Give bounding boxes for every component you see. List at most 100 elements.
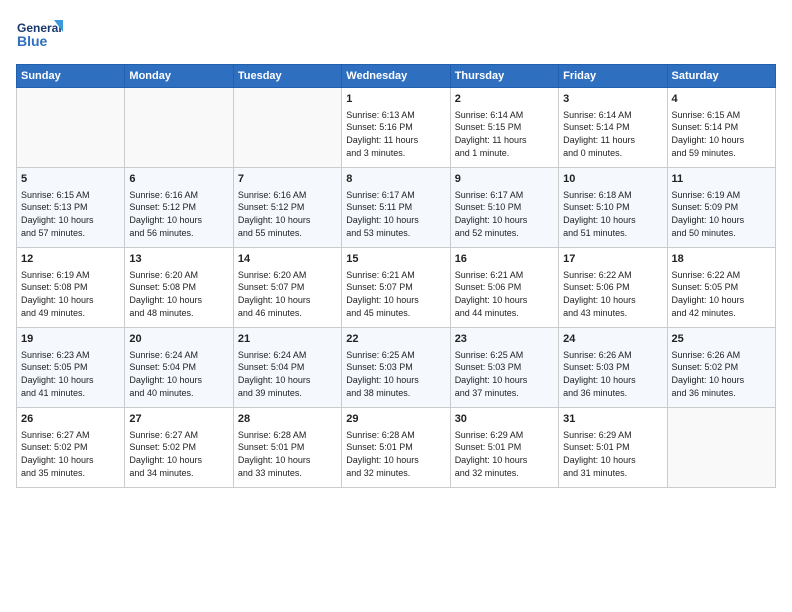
calendar-week-row: 26 Sunrise: 6:27 AM Sunset: 5:02 PM Dayli… (17, 408, 776, 488)
day-number: 21 (238, 332, 337, 347)
day-number: 29 (346, 412, 445, 427)
day-info: Sunrise: 6:21 AM Sunset: 5:06 PM Dayligh… (455, 269, 554, 319)
day-number: 11 (672, 172, 771, 187)
day-number: 13 (129, 252, 228, 267)
day-number: 23 (455, 332, 554, 347)
day-info: Sunrise: 6:17 AM Sunset: 5:10 PM Dayligh… (455, 189, 554, 239)
weekday-header-tuesday: Tuesday (233, 65, 341, 88)
calendar-cell: 10 Sunrise: 6:18 AM Sunset: 5:10 PM Dayli… (559, 168, 667, 248)
day-number: 15 (346, 252, 445, 267)
calendar-cell: 7Sunrise: 6:16 AM Sunset: 5:12 PM Daylig… (233, 168, 341, 248)
logo-svg: General Blue (16, 16, 64, 56)
day-number: 7 (238, 172, 337, 187)
day-number: 22 (346, 332, 445, 347)
day-number: 9 (455, 172, 554, 187)
calendar-cell: 24 Sunrise: 6:26 AM Sunset: 5:03 PM Dayli… (559, 328, 667, 408)
day-info: Sunrise: 6:18 AM Sunset: 5:10 PM Dayligh… (563, 189, 662, 239)
day-number: 8 (346, 172, 445, 187)
day-number: 24 (563, 332, 662, 347)
day-info: Sunrise: 6:22 AM Sunset: 5:06 PM Dayligh… (563, 269, 662, 319)
calendar-cell: 27 Sunrise: 6:27 AM Sunset: 5:02 PM Dayli… (125, 408, 233, 488)
day-number: 19 (21, 332, 120, 347)
weekday-header-friday: Friday (559, 65, 667, 88)
day-number: 28 (238, 412, 337, 427)
calendar-week-row: 12Sunrise: 6:19 AM Sunset: 5:08 PM Dayli… (17, 248, 776, 328)
calendar-cell (125, 88, 233, 168)
day-number: 4 (672, 92, 771, 107)
day-info: Sunrise: 6:21 AM Sunset: 5:07 PM Dayligh… (346, 269, 445, 319)
day-info: Sunrise: 6:29 AM Sunset: 5:01 PM Dayligh… (563, 429, 662, 479)
day-number: 18 (672, 252, 771, 267)
day-info: Sunrise: 6:14 AM Sunset: 5:14 PM Dayligh… (563, 109, 662, 159)
day-info: Sunrise: 6:14 AM Sunset: 5:15 PM Dayligh… (455, 109, 554, 159)
day-info: Sunrise: 6:27 AM Sunset: 5:02 PM Dayligh… (21, 429, 120, 479)
calendar-cell: 23 Sunrise: 6:25 AM Sunset: 5:03 PM Dayli… (450, 328, 558, 408)
calendar-cell: 16 Sunrise: 6:21 AM Sunset: 5:06 PM Dayli… (450, 248, 558, 328)
day-number: 27 (129, 412, 228, 427)
calendar-cell (667, 408, 775, 488)
calendar-cell: 18 Sunrise: 6:22 AM Sunset: 5:05 PM Dayli… (667, 248, 775, 328)
calendar-cell: 28 Sunrise: 6:28 AM Sunset: 5:01 PM Dayli… (233, 408, 341, 488)
day-info: Sunrise: 6:19 AM Sunset: 5:09 PM Dayligh… (672, 189, 771, 239)
calendar-cell: 3Sunrise: 6:14 AM Sunset: 5:14 PM Daylig… (559, 88, 667, 168)
day-info: Sunrise: 6:16 AM Sunset: 5:12 PM Dayligh… (129, 189, 228, 239)
day-number: 5 (21, 172, 120, 187)
day-number: 16 (455, 252, 554, 267)
calendar-cell: 8 Sunrise: 6:17 AM Sunset: 5:11 PM Daylig… (342, 168, 450, 248)
calendar-cell: 9 Sunrise: 6:17 AM Sunset: 5:10 PM Daylig… (450, 168, 558, 248)
day-number: 12 (21, 252, 120, 267)
weekday-header-thursday: Thursday (450, 65, 558, 88)
calendar-cell: 14 Sunrise: 6:20 AM Sunset: 5:07 PM Dayli… (233, 248, 341, 328)
calendar-cell: 30Sunrise: 6:29 AM Sunset: 5:01 PM Dayli… (450, 408, 558, 488)
day-number: 25 (672, 332, 771, 347)
day-number: 31 (563, 412, 662, 427)
day-info: Sunrise: 6:23 AM Sunset: 5:05 PM Dayligh… (21, 349, 120, 399)
day-info: Sunrise: 6:17 AM Sunset: 5:11 PM Dayligh… (346, 189, 445, 239)
day-info: Sunrise: 6:20 AM Sunset: 5:08 PM Dayligh… (129, 269, 228, 319)
day-info: Sunrise: 6:26 AM Sunset: 5:03 PM Dayligh… (563, 349, 662, 399)
day-info: Sunrise: 6:22 AM Sunset: 5:05 PM Dayligh… (672, 269, 771, 319)
day-number: 17 (563, 252, 662, 267)
calendar-cell: 21 Sunrise: 6:24 AM Sunset: 5:04 PM Dayli… (233, 328, 341, 408)
day-info: Sunrise: 6:25 AM Sunset: 5:03 PM Dayligh… (455, 349, 554, 399)
day-info: Sunrise: 6:24 AM Sunset: 5:04 PM Dayligh… (129, 349, 228, 399)
day-info: Sunrise: 6:24 AM Sunset: 5:04 PM Dayligh… (238, 349, 337, 399)
calendar-cell: 17 Sunrise: 6:22 AM Sunset: 5:06 PM Dayli… (559, 248, 667, 328)
calendar-cell: 25 Sunrise: 6:26 AM Sunset: 5:02 PM Dayli… (667, 328, 775, 408)
day-number: 14 (238, 252, 337, 267)
calendar-week-row: 19 Sunrise: 6:23 AM Sunset: 5:05 PM Dayli… (17, 328, 776, 408)
day-info: Sunrise: 6:20 AM Sunset: 5:07 PM Dayligh… (238, 269, 337, 319)
calendar-cell: 26 Sunrise: 6:27 AM Sunset: 5:02 PM Dayli… (17, 408, 125, 488)
day-info: Sunrise: 6:25 AM Sunset: 5:03 PM Dayligh… (346, 349, 445, 399)
day-info: Sunrise: 6:27 AM Sunset: 5:02 PM Dayligh… (129, 429, 228, 479)
calendar-cell: 19 Sunrise: 6:23 AM Sunset: 5:05 PM Dayli… (17, 328, 125, 408)
day-number: 20 (129, 332, 228, 347)
day-info: Sunrise: 6:28 AM Sunset: 5:01 PM Dayligh… (346, 429, 445, 479)
calendar-cell: 6 Sunrise: 6:16 AM Sunset: 5:12 PM Daylig… (125, 168, 233, 248)
day-number: 26 (21, 412, 120, 427)
calendar-cell: 12Sunrise: 6:19 AM Sunset: 5:08 PM Dayli… (17, 248, 125, 328)
calendar-cell: 20 Sunrise: 6:24 AM Sunset: 5:04 PM Dayli… (125, 328, 233, 408)
day-info: Sunrise: 6:26 AM Sunset: 5:02 PM Dayligh… (672, 349, 771, 399)
svg-text:Blue: Blue (17, 33, 48, 49)
calendar-week-row: 1 Sunrise: 6:13 AM Sunset: 5:16 PM Daylig… (17, 88, 776, 168)
calendar-cell: 5 Sunrise: 6:15 AM Sunset: 5:13 PM Daylig… (17, 168, 125, 248)
day-number: 10 (563, 172, 662, 187)
day-info: Sunrise: 6:13 AM Sunset: 5:16 PM Dayligh… (346, 109, 445, 159)
day-info: Sunrise: 6:15 AM Sunset: 5:13 PM Dayligh… (21, 189, 120, 239)
calendar-table: SundayMondayTuesdayWednesdayThursdayFrid… (16, 64, 776, 488)
calendar-week-row: 5 Sunrise: 6:15 AM Sunset: 5:13 PM Daylig… (17, 168, 776, 248)
weekday-header-sunday: Sunday (17, 65, 125, 88)
weekday-header-wednesday: Wednesday (342, 65, 450, 88)
day-number: 2 (455, 92, 554, 107)
calendar-cell: 2 Sunrise: 6:14 AM Sunset: 5:15 PM Daylig… (450, 88, 558, 168)
calendar-cell (233, 88, 341, 168)
weekday-header-monday: Monday (125, 65, 233, 88)
page-header: General Blue (16, 16, 776, 56)
day-number: 6 (129, 172, 228, 187)
calendar-cell: 1 Sunrise: 6:13 AM Sunset: 5:16 PM Daylig… (342, 88, 450, 168)
day-number: 1 (346, 92, 445, 107)
day-info: Sunrise: 6:28 AM Sunset: 5:01 PM Dayligh… (238, 429, 337, 479)
weekday-header-saturday: Saturday (667, 65, 775, 88)
calendar-cell: 4Sunrise: 6:15 AM Sunset: 5:14 PM Daylig… (667, 88, 775, 168)
